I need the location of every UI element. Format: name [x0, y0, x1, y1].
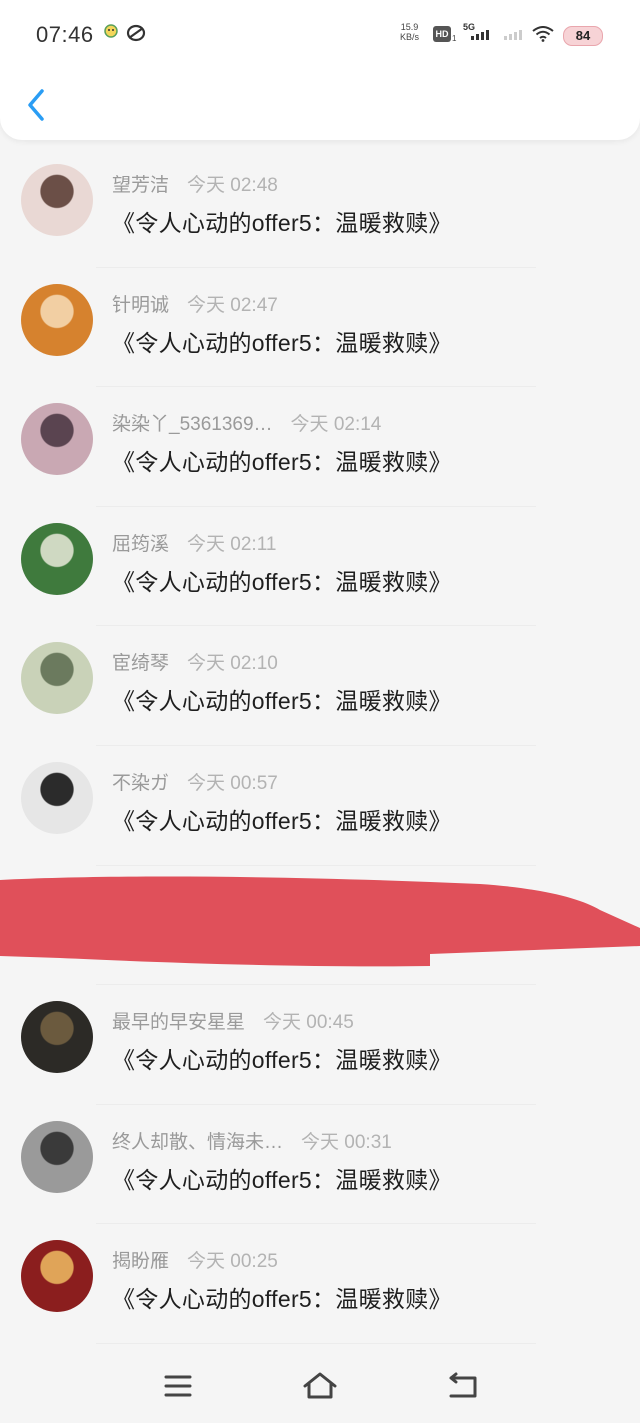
system-nav-bar: [0, 1352, 640, 1423]
avatar[interactable]: [21, 1120, 93, 1193]
avatar[interactable]: [21, 403, 93, 476]
message-text: 《令人心动的offer5：温暖救赎》: [112, 449, 452, 476]
message-time: 今天 00:57: [187, 772, 278, 794]
net-speed-value: 15.9: [400, 22, 419, 32]
wifi-icon: [532, 26, 554, 47]
redaction-scribble: [0, 876, 640, 967]
message-time: 今天 00:31: [301, 1131, 392, 1153]
back-arrow-icon: [449, 1372, 477, 1398]
message-text: 《令人心动的offer5：温暖救赎》: [112, 210, 452, 236]
message-text: 《令人心动的offer5：温暖救赎》: [112, 807, 452, 834]
message-meta: 最早的早安星星 今天 00:45: [112, 1007, 354, 1034]
message-meta: 屈筠溪 今天 02:11: [112, 529, 276, 556]
status-time: 07:46: [36, 22, 94, 47]
avatar[interactable]: [21, 1240, 93, 1313]
message-row[interactable]: 针明诚 今天 02:47 《令人心动的offer5：温暖救赎》: [0, 268, 640, 388]
sender-name[interactable]: 不染ガ: [112, 773, 169, 794]
net-speed-unit: KB/s: [400, 32, 420, 42]
home-button[interactable]: [300, 1366, 340, 1406]
sender-name[interactable]: 最早的早安星星: [112, 1012, 245, 1033]
message-meta: 不染ガ 今天 00:57: [112, 768, 278, 795]
sender-name[interactable]: 染染丫_5361369…: [112, 414, 273, 435]
message-time: 今天 02:10: [187, 653, 278, 675]
message-meta: 终人却散、情海未… 今天 00:31: [112, 1127, 392, 1154]
divider: [96, 1342, 536, 1344]
message-time: 今天 02:48: [187, 175, 278, 196]
top-panel: 07:46 15.9 KB/s HD 1 5G 84: [0, 0, 640, 140]
sender-name[interactable]: 揭盼雁: [112, 1251, 169, 1272]
message-meta: 揭盼雁 今天 00:25: [112, 1246, 278, 1273]
message-text: 《令人心动的offer5：温暖救赎》: [112, 1166, 452, 1193]
message-row[interactable]: 染染丫_5361369… 今天 02:14 《令人心动的offer5：温暖救赎》: [0, 387, 640, 507]
avatar[interactable]: [21, 761, 93, 834]
message-row[interactable]: 揭盼雁 今天 00:25 《令人心动的offer5：温暖救赎》: [0, 1224, 640, 1344]
avatar[interactable]: [21, 642, 93, 715]
message-text: 《令人心动的offer5：温暖救赎》: [112, 688, 452, 715]
message-time: 今天 02:47: [187, 294, 278, 316]
message-text: 《令人心动的offer5：温暖救赎》: [112, 329, 452, 356]
message-text: 《令人心动的offer5：温暖救赎》: [112, 1286, 452, 1313]
avatar[interactable]: [21, 1001, 93, 1074]
message-time: 今天 00:45: [263, 1012, 354, 1034]
message-meta: 针明诚 今天 02:47: [112, 290, 278, 317]
signal-strength-icon: [471, 30, 489, 40]
sender-name[interactable]: 宦绮琴: [112, 653, 169, 674]
signal-strength-2-icon: [504, 30, 522, 40]
message-text: 《令人心动的offer5：温暖救赎》: [112, 568, 452, 595]
message-meta: 宦绮琴 今天 02:10: [112, 648, 278, 675]
app-notification-icon: [126, 24, 146, 47]
message-row[interactable]: 终人却散、情海未… 今天 00:31 《令人心动的offer5：温暖救赎》: [0, 1105, 640, 1225]
message-row[interactable]: 屈筠溪 今天 02:11 《令人心动的offer5：温暖救赎》: [0, 507, 640, 627]
message-time: 今天 00:25: [187, 1251, 278, 1273]
message-meta: 望芳洁 今天 02:48: [112, 170, 278, 197]
net-speed: 15.9 KB/s: [400, 22, 419, 42]
message-row[interactable]: 最早的早安星星 今天 00:45 《令人心动的offer5：温暖救赎》: [0, 985, 640, 1105]
avatar[interactable]: [21, 164, 93, 236]
battery-indicator: 84: [563, 26, 603, 46]
sender-name[interactable]: 望芳洁: [112, 175, 169, 196]
back-button[interactable]: [22, 88, 52, 122]
sender-name[interactable]: 终人却散、情海未…: [112, 1132, 283, 1153]
message-row[interactable]: 望芳洁 今天 02:48 《令人心动的offer5：温暖救赎》: [0, 148, 640, 268]
message-meta: 染染丫_5361369… 今天 02:14: [112, 409, 381, 436]
message-text: 《令人心动的offer5：温暖救赎》: [112, 1047, 452, 1074]
status-bar: 07:46 15.9 KB/s HD 1 5G 84: [0, 0, 640, 70]
message-time: 今天 02:11: [187, 533, 277, 555]
home-icon: [303, 1372, 337, 1399]
menu-button[interactable]: [158, 1366, 198, 1406]
avatar[interactable]: [21, 522, 93, 595]
menu-icon: [164, 1375, 192, 1397]
back-nav-button[interactable]: [442, 1366, 482, 1406]
chevron-left-icon: [28, 89, 44, 121]
message-row[interactable]: 不染ガ 今天 00:57 《令人心动的offer5：温暖救赎》: [0, 746, 640, 866]
message-time: 今天 02:14: [290, 414, 382, 436]
sender-name[interactable]: 针明诚: [112, 295, 169, 316]
notification-face-icon: [104, 24, 118, 43]
hd-badge: HD: [433, 26, 451, 42]
message-list: 望芳洁 今天 02:48 《令人心动的offer5：温暖救赎》 针明诚 今天 02:47…: [0, 148, 640, 1344]
message-row[interactable]: 宦绮琴 今天 02:10 《令人心动的offer5：温暖救赎》: [0, 626, 640, 746]
sender-name[interactable]: 屈筠溪: [112, 534, 169, 555]
hd-sub: 1: [452, 34, 457, 43]
avatar[interactable]: [21, 283, 93, 356]
